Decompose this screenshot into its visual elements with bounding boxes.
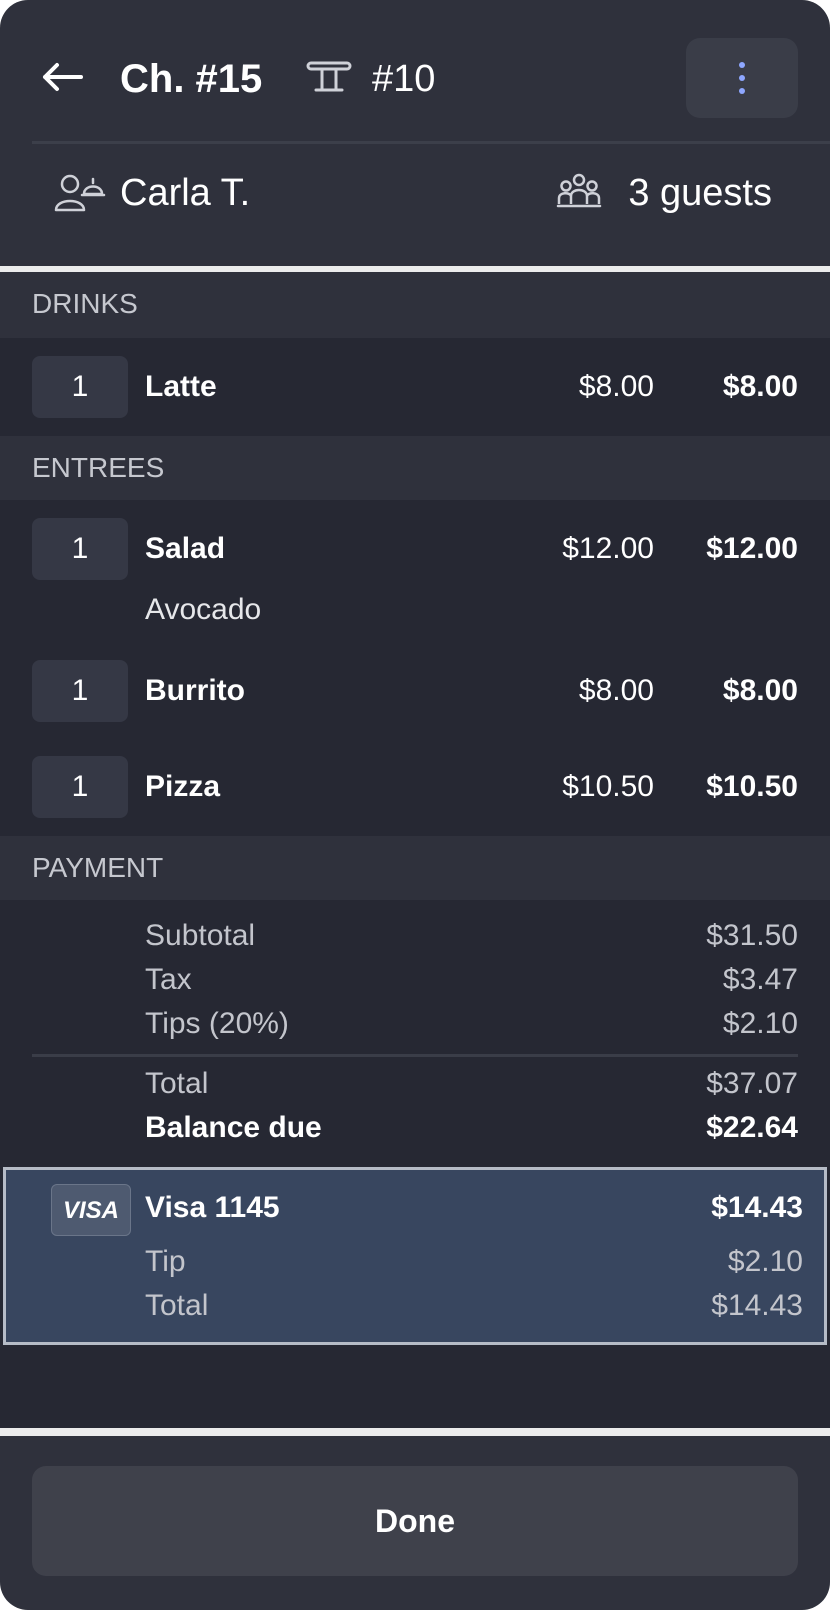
item-price: $12.00 — [562, 532, 654, 565]
tax-label: Tax — [145, 963, 192, 996]
card-total-label: Total — [145, 1289, 209, 1322]
item-price: $8.00 — [578, 674, 654, 707]
more-vertical-icon — [739, 62, 745, 94]
guest-count: 3 guests — [628, 172, 772, 214]
check-number: Ch. #15 — [120, 57, 263, 101]
item-name: Pizza — [145, 770, 221, 803]
balance-due-row: Balance due $22.64 — [145, 1106, 798, 1150]
total-row: Total $37.07 — [145, 1062, 798, 1106]
table-number: #10 — [372, 58, 436, 100]
list-item[interactable]: 1 Latte $8.00 $8.00 — [0, 356, 830, 420]
card-tip-row: Tip $2.10 — [145, 1240, 803, 1284]
back-button[interactable] — [38, 52, 88, 102]
tax-value: $3.47 — [722, 963, 798, 996]
server-icon — [54, 174, 106, 212]
item-price: $8.00 — [578, 370, 654, 403]
item-amount: $10.50 — [706, 770, 798, 803]
item-price: $10.50 — [562, 770, 654, 803]
total-label: Total — [145, 1067, 209, 1100]
section-header-payment: PAYMENT — [0, 836, 830, 900]
card-amount: $14.43 — [711, 1191, 803, 1224]
more-options-button[interactable] — [686, 38, 798, 118]
item-quantity[interactable]: 1 — [32, 756, 128, 818]
item-name: Burrito — [145, 674, 245, 707]
section-title: ENTREES — [32, 452, 165, 483]
check-header: Ch. #15 #10 Carla T. 3 guests — [0, 0, 830, 266]
subtotal-value: $31.50 — [706, 919, 798, 952]
tips-value: $2.10 — [722, 1007, 798, 1040]
item-name: Latte — [145, 370, 217, 403]
card-name: Visa 1145 — [145, 1191, 280, 1224]
tips-row: Tips (20%) $2.10 — [145, 1002, 798, 1046]
section-header-entrees: ENTREES — [0, 436, 830, 500]
balance-due-label: Balance due — [145, 1111, 322, 1144]
card-total-row: Total $14.43 — [145, 1284, 803, 1328]
card-total-value: $14.43 — [711, 1289, 803, 1322]
item-amount: $12.00 — [706, 532, 798, 565]
card-tip-value: $2.10 — [727, 1245, 803, 1278]
card-tip-label: Tip — [145, 1245, 186, 1278]
section-header-drinks: DRINKS — [0, 272, 830, 338]
item-amount: $8.00 — [722, 370, 798, 403]
subtotal-row: Subtotal $31.50 — [145, 914, 798, 958]
item-amount: $8.00 — [722, 674, 798, 707]
card-row: Visa 1145 $14.43 — [145, 1186, 803, 1230]
section-title: DRINKS — [32, 288, 138, 319]
server-name: Carla T. — [120, 172, 251, 214]
footer: Done — [0, 1436, 830, 1610]
balance-due-value: $22.64 — [706, 1111, 798, 1144]
arrow-left-icon — [43, 63, 83, 91]
list-item[interactable]: 1 Salad $12.00 $12.00 — [0, 518, 830, 582]
item-modifier: Avocado — [145, 593, 262, 626]
total-value: $37.07 — [706, 1067, 798, 1100]
item-quantity[interactable]: 1 — [32, 356, 128, 418]
item-name: Salad — [145, 532, 226, 565]
payment-divider — [32, 1054, 798, 1057]
table-icon — [306, 61, 352, 92]
check-screen: Ch. #15 #10 Carla T. 3 guests DRINKS 1 L… — [0, 0, 830, 1610]
tips-label: Tips (20%) — [145, 1007, 289, 1040]
header-divider — [32, 141, 830, 144]
done-button[interactable]: Done — [32, 1466, 798, 1576]
list-item[interactable]: 1 Pizza $10.50 $10.50 — [0, 756, 830, 820]
check-items: DRINKS 1 Latte $8.00 $8.00 ENTREES 1 Sal… — [0, 272, 830, 1428]
guests-icon — [556, 173, 602, 208]
list-item[interactable]: 1 Burrito $8.00 $8.00 — [0, 660, 830, 724]
item-quantity[interactable]: 1 — [32, 518, 128, 580]
card-payment[interactable]: VISA Visa 1145 $14.43 Tip $2.10 Total $1… — [3, 1167, 827, 1345]
item-quantity[interactable]: 1 — [32, 660, 128, 722]
subtotal-label: Subtotal — [145, 919, 256, 952]
section-title: PAYMENT — [32, 852, 164, 883]
tax-row: Tax $3.47 — [145, 958, 798, 1002]
visa-logo: VISA — [51, 1184, 131, 1236]
